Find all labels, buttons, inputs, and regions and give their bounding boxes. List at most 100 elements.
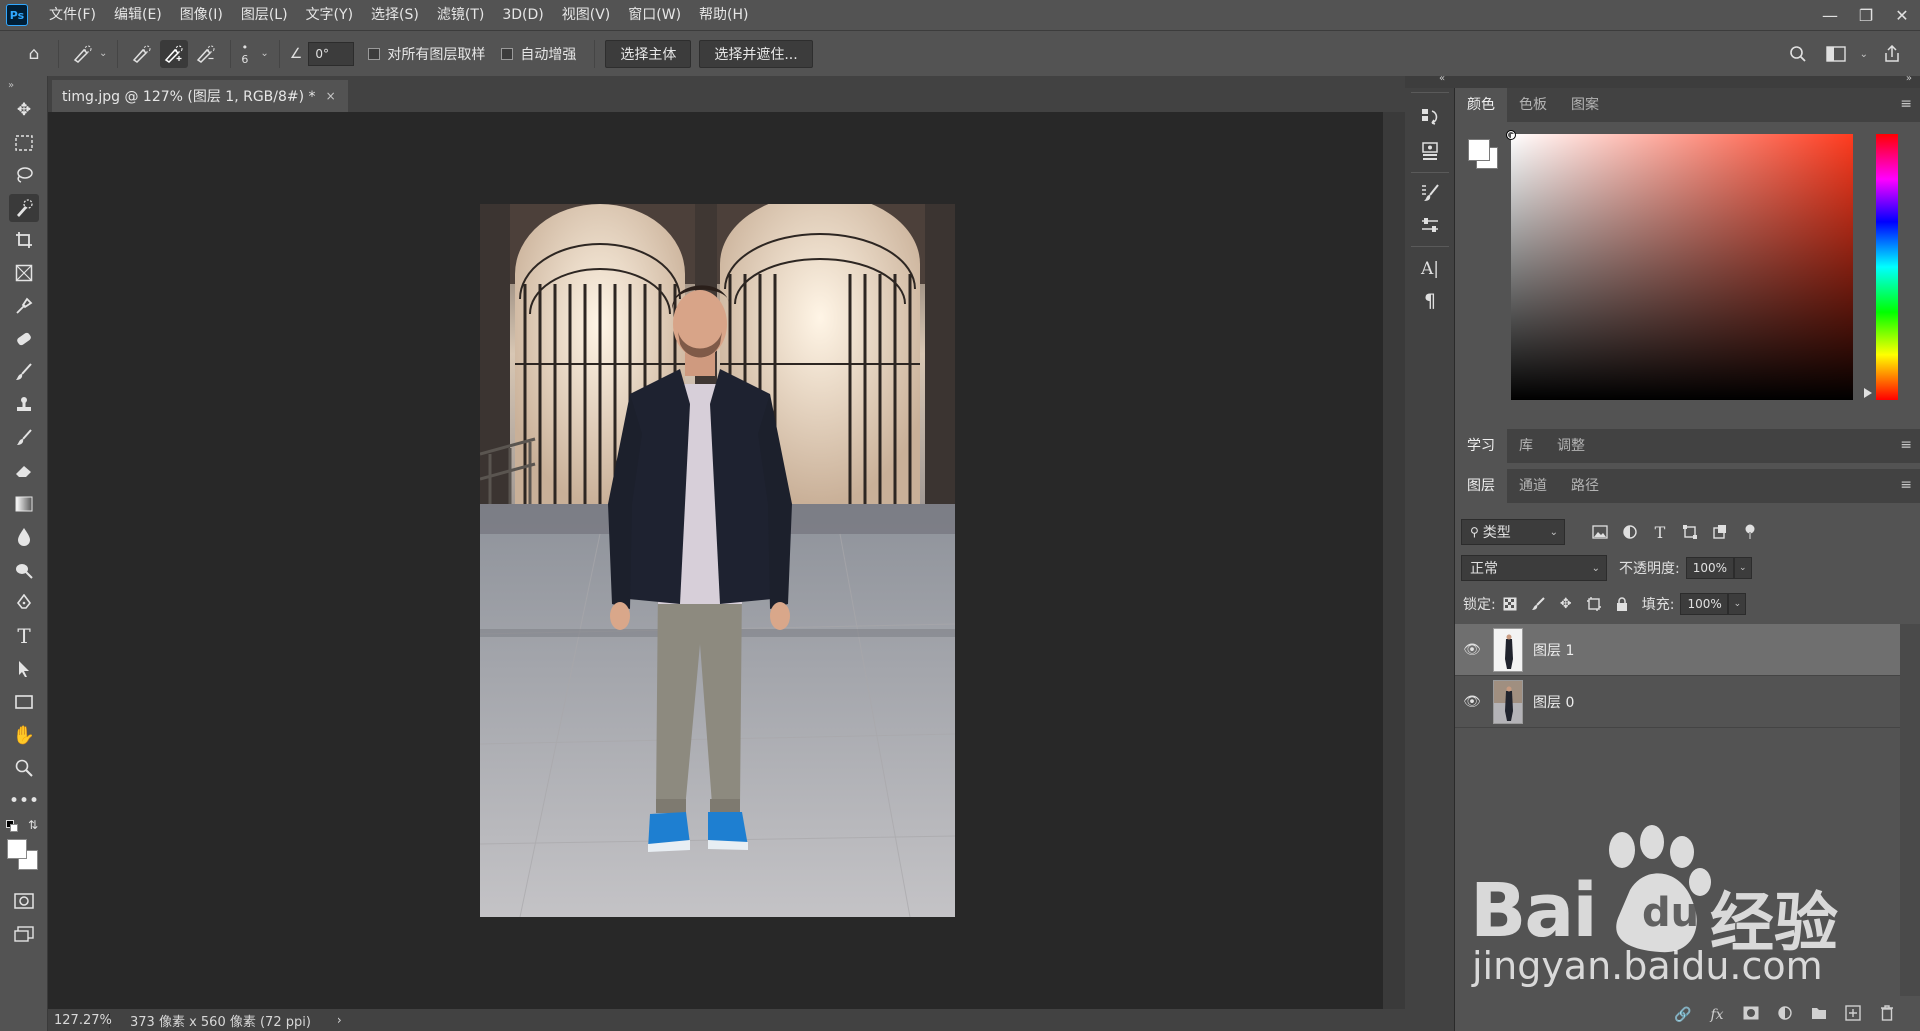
share-icon[interactable] — [1878, 40, 1906, 68]
lock-artboard-icon[interactable] — [1580, 593, 1608, 615]
fill-input[interactable]: 100% — [1680, 593, 1729, 615]
layer-row[interactable]: 👁 图层 1 — [1455, 624, 1900, 676]
swap-colors-icon[interactable]: ⇅ — [28, 818, 38, 832]
zoom-tool-icon[interactable] — [9, 754, 39, 782]
smart-object-filter-icon[interactable] — [1705, 519, 1735, 545]
paragraph-panel-icon[interactable]: ¶ — [1413, 286, 1447, 316]
close-window-icon[interactable]: ✕ — [1884, 0, 1920, 30]
hue-slider[interactable] — [1876, 134, 1898, 400]
panel-menu-icon[interactable]: ≡ — [1900, 477, 1912, 493]
menu-layer[interactable]: 图层(L) — [232, 0, 297, 30]
new-group-folder-icon[interactable] — [1802, 1006, 1836, 1024]
eyedropper-tool-icon[interactable] — [9, 292, 39, 320]
marquee-tool-icon[interactable] — [9, 129, 39, 157]
tab-layers[interactable]: 图层 — [1455, 469, 1507, 503]
lock-all-icon[interactable] — [1608, 593, 1636, 615]
frame-tool-icon[interactable] — [9, 259, 39, 287]
tab-paths[interactable]: 路径 — [1559, 469, 1611, 503]
chevron-down-icon[interactable]: ⌄ — [1728, 593, 1747, 615]
type-layer-filter-icon[interactable]: T — [1645, 519, 1675, 545]
expand-icon[interactable]: » — [1906, 73, 1912, 84]
foreground-color-swatch[interactable] — [7, 839, 27, 859]
lasso-tool-icon[interactable] — [9, 161, 39, 189]
clone-stamp-tool-icon[interactable] — [9, 391, 39, 419]
workspace-icon[interactable] — [1822, 40, 1850, 68]
chevron-down-icon[interactable]: ⌄ — [1733, 557, 1752, 579]
tab-patterns[interactable]: 图案 — [1559, 88, 1611, 122]
opacity-input[interactable]: 100% — [1685, 557, 1734, 579]
brush-settings-panel-icon[interactable] — [1413, 178, 1447, 208]
menu-filter[interactable]: 滤镜(T) — [428, 0, 493, 30]
tab-adjustments[interactable]: 调整 — [1545, 429, 1597, 463]
adjustments-panel-icon[interactable] — [1413, 210, 1447, 240]
color-field-cursor[interactable] — [1506, 130, 1516, 140]
close-tab-icon[interactable]: × — [326, 89, 336, 103]
lock-image-pixels-icon[interactable] — [1524, 593, 1552, 615]
tab-learn[interactable]: 学习 — [1455, 429, 1507, 463]
brush-tool-icon[interactable] — [9, 358, 39, 386]
hand-tool-icon[interactable]: ✋ — [9, 721, 39, 749]
checkbox-box[interactable] — [501, 47, 514, 60]
tab-color[interactable]: 颜色 — [1455, 88, 1507, 122]
chevron-down-icon[interactable]: ⌄ — [99, 48, 107, 59]
minimize-icon[interactable]: — — [1812, 0, 1848, 30]
quick-mask-icon[interactable] — [9, 887, 39, 915]
blur-tool-icon[interactable] — [9, 523, 39, 551]
document-tab[interactable]: timg.jpg @ 127% (图层 1, RGB/8#) * × — [52, 80, 348, 112]
add-mask-icon[interactable] — [1734, 1006, 1768, 1024]
home-icon[interactable]: ⌂ — [20, 40, 48, 68]
tab-channels[interactable]: 通道 — [1507, 469, 1559, 503]
panel-collapse-icon[interactable]: » — [8, 80, 14, 91]
sample-all-layers-checkbox[interactable]: 对所有图层取样 — [368, 44, 485, 64]
brush-size-picker[interactable]: • 6 — [241, 41, 248, 66]
link-layers-icon[interactable]: 🔗 — [1666, 1007, 1700, 1023]
default-colors-icon[interactable]: ⇅ — [6, 818, 42, 832]
color-swatches[interactable] — [7, 839, 41, 873]
new-adjustment-layer-icon[interactable] — [1768, 1005, 1802, 1025]
crop-tool-icon[interactable] — [9, 226, 39, 254]
gradient-tool-icon[interactable] — [9, 490, 39, 518]
restore-icon[interactable]: ❐ — [1848, 0, 1884, 30]
menu-help[interactable]: 帮助(H) — [690, 0, 757, 30]
lock-transparent-pixels-icon[interactable] — [1496, 593, 1524, 615]
layer-style-fx-icon[interactable]: fx — [1700, 1007, 1734, 1023]
menu-3d[interactable]: 3D(D) — [493, 0, 552, 30]
pixel-layer-filter-icon[interactable] — [1585, 519, 1615, 545]
delete-layer-icon[interactable] — [1870, 1005, 1904, 1025]
color-picker-field[interactable] — [1511, 134, 1853, 400]
menu-edit[interactable]: 编辑(E) — [105, 0, 171, 30]
menu-view[interactable]: 视图(V) — [553, 0, 620, 30]
canvas-image[interactable] — [480, 204, 955, 917]
chevron-down-icon[interactable]: ⌄ — [260, 48, 268, 59]
panel-menu-icon[interactable]: ≡ — [1900, 437, 1912, 453]
lock-position-icon[interactable]: ✥ — [1552, 593, 1580, 615]
chevron-right-icon[interactable]: › — [337, 1013, 342, 1027]
panel-menu-icon[interactable]: ≡ — [1900, 96, 1912, 112]
blend-mode-select[interactable]: 正常 ⌄ — [1461, 555, 1607, 581]
hue-slider-handle[interactable] — [1864, 388, 1872, 398]
new-selection-icon[interactable] — [128, 40, 156, 68]
checkbox-box[interactable] — [368, 47, 381, 60]
zoom-level-input[interactable]: 127.27% — [48, 1012, 112, 1028]
rectangle-tool-icon[interactable] — [9, 688, 39, 716]
screen-mode-icon[interactable] — [9, 920, 39, 948]
tab-libraries[interactable]: 库 — [1507, 429, 1545, 463]
healing-brush-tool-icon[interactable] — [9, 325, 39, 353]
collapse-icon[interactable]: « — [1439, 73, 1445, 84]
path-selection-tool-icon[interactable] — [9, 655, 39, 683]
add-to-selection-icon[interactable] — [160, 39, 189, 68]
history-panel-icon[interactable] — [1413, 102, 1447, 132]
properties-panel-icon[interactable] — [1413, 136, 1447, 166]
menu-image[interactable]: 图像(I) — [171, 0, 232, 30]
chevron-down-icon[interactable]: ⌄ — [1860, 49, 1868, 60]
menu-type[interactable]: 文字(Y) — [297, 0, 362, 30]
new-layer-icon[interactable] — [1836, 1005, 1870, 1025]
subtract-from-selection-icon[interactable] — [192, 40, 220, 68]
menu-window[interactable]: 窗口(W) — [619, 0, 690, 30]
shape-layer-filter-icon[interactable] — [1675, 519, 1705, 545]
vertical-scrollbar[interactable] — [1383, 112, 1405, 1009]
menu-file[interactable]: 文件(F) — [40, 0, 105, 30]
menu-select[interactable]: 选择(S) — [362, 0, 428, 30]
move-tool-icon[interactable]: ✥ — [9, 96, 39, 124]
eye-icon[interactable]: 👁 — [1455, 642, 1489, 658]
